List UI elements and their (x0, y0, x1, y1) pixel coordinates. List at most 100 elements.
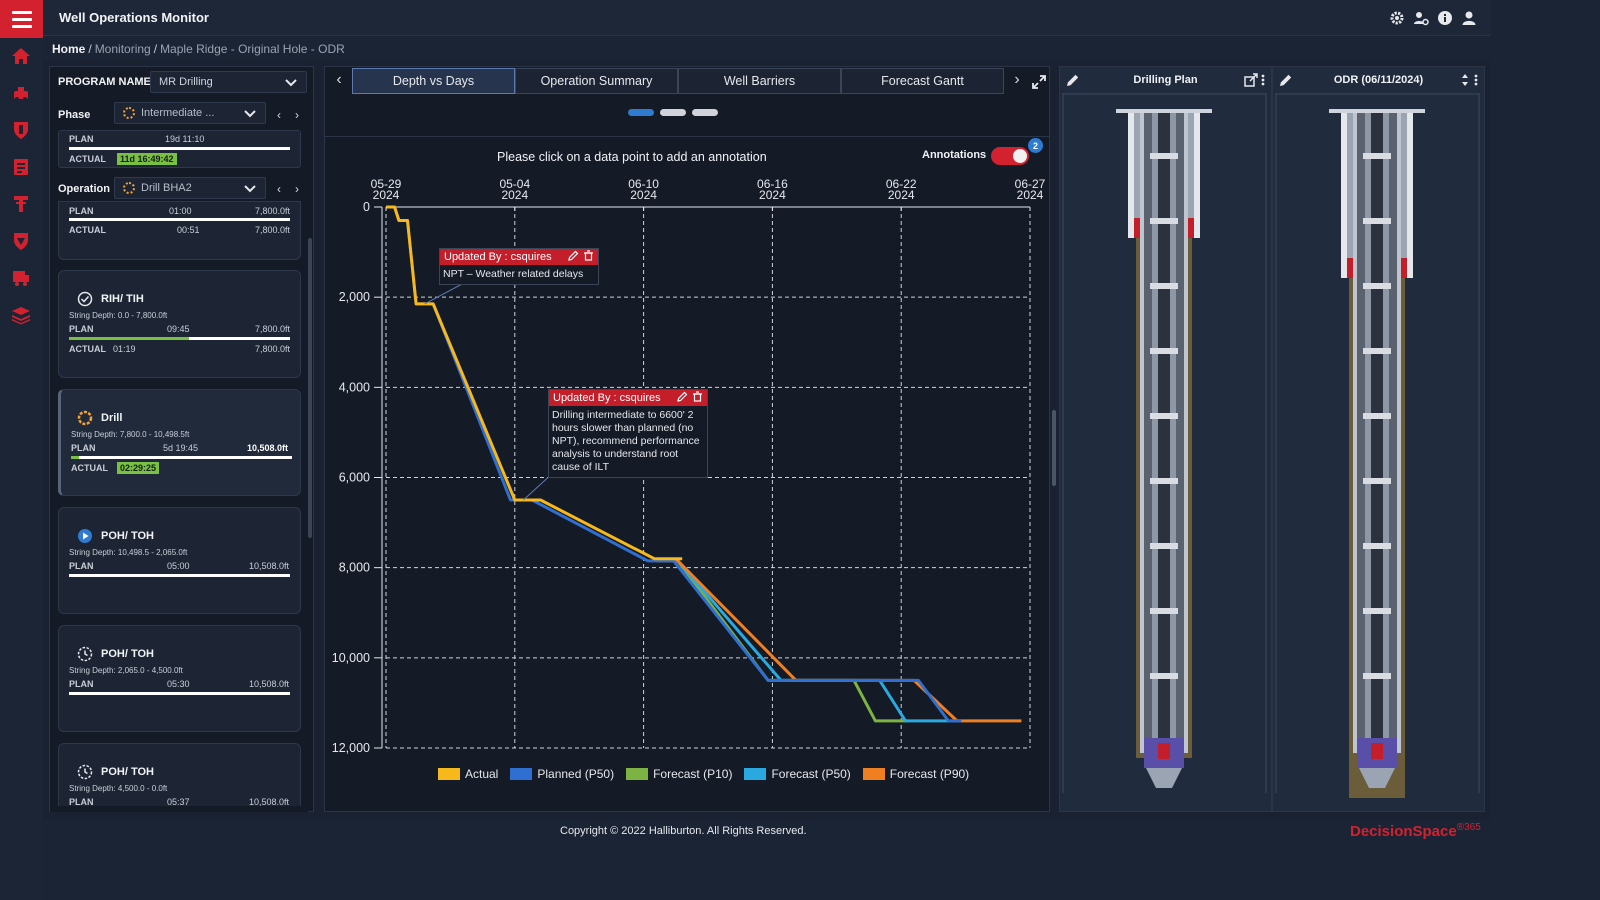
trash-icon[interactable] (583, 250, 594, 264)
panel-title: Drilling Plan (1133, 74, 1198, 86)
operation-next-button[interactable]: › (290, 182, 304, 196)
phase-summary-card: PLAN 19d 11:10 ACTUAL 11d 16:49:42 (58, 130, 301, 168)
legend-item-forecast-p10[interactable]: Forecast (P10) (626, 767, 732, 781)
progress-bar (69, 337, 290, 340)
actual-label: ACTUAL (69, 154, 106, 164)
tool-joint (1150, 153, 1178, 159)
operation-card-poh-2[interactable]: POH/ TOH String Depth: 2,065.0 - 4,500.0… (58, 625, 301, 732)
y-tick-label: 2,000 (339, 290, 370, 304)
truck-icon[interactable] (10, 267, 32, 289)
info-icon[interactable] (1436, 9, 1454, 27)
shield-icon[interactable] (10, 119, 32, 141)
phase-actual-value: 11d 16:49:42 (117, 153, 177, 165)
actual-depth: 7,800.0ft (255, 344, 291, 354)
mwd-tool (1158, 743, 1170, 759)
settings-gear-icon[interactable] (1388, 9, 1406, 27)
document-icon[interactable] (10, 156, 32, 178)
operation-title: POH/ TOH (101, 648, 154, 660)
tool-joint (1150, 348, 1178, 354)
breadcrumb-home-link[interactable]: Home (52, 42, 85, 56)
phase-select-value: Intermediate ... (141, 107, 215, 119)
annotation-header: Updated By : csquires (440, 249, 598, 265)
operation-select-value: Drill BHA2 (141, 182, 192, 194)
x-tick-label-year: 2024 (1017, 188, 1044, 202)
tool-joint (1363, 608, 1391, 614)
chart-panel: ‹ Depth vs Days Operation Summary Well B… (324, 66, 1050, 812)
operation-card-rih[interactable]: RIH/ TIH String Depth: 0.0 - 7,800.0ft P… (58, 270, 301, 378)
in-progress-icon (123, 182, 135, 194)
trash-icon[interactable] (692, 391, 703, 405)
chevron-down-icon (243, 106, 257, 123)
progress-bar (69, 218, 290, 221)
barrier-icon[interactable] (10, 230, 32, 252)
in-progress-icon (77, 410, 93, 426)
legend-item-forecast-p50[interactable]: Forecast (P50) (744, 767, 851, 781)
plan-label: PLAN (69, 206, 94, 216)
progress-bar (69, 692, 290, 695)
brand-logo: DecisionSpace®365 (1350, 822, 1481, 840)
annotation-note-1[interactable]: Updated By : csquires NPT – Weather rela… (439, 248, 599, 285)
y-tick-label: 4,000 (339, 380, 370, 394)
more-vertical-icon[interactable] (1473, 73, 1479, 92)
list-scrollbar[interactable] (308, 238, 312, 538)
operation-title: Drill (101, 412, 123, 424)
legend-item-actual[interactable]: Actual (438, 767, 498, 781)
list-clip (50, 806, 308, 812)
edit-icon[interactable] (677, 391, 688, 405)
tool-joint (1150, 608, 1178, 614)
operation-prev-button[interactable]: ‹ (272, 182, 286, 196)
drill-rig-icon[interactable] (10, 193, 32, 215)
operation-title: POH/ TOH (101, 766, 154, 778)
user-avatar-icon[interactable] (1460, 9, 1478, 27)
operation-card-drill[interactable]: Drill String Depth: 7,800.0 - 10,498.5ft… (58, 389, 301, 496)
edit-icon[interactable] (568, 250, 579, 264)
operation-card-poh-1[interactable]: POH/ TOH String Depth: 10,498.5 - 2,065.… (58, 507, 301, 614)
phase-next-button[interactable]: › (290, 108, 304, 122)
user-settings-icon[interactable] (1412, 9, 1430, 27)
actual-time: 02:29:25 (117, 462, 160, 474)
operation-select[interactable]: Drill BHA2 (114, 177, 266, 199)
breadcrumb-monitoring-link[interactable]: Monitoring (95, 42, 151, 56)
wellbore-schematic[interactable] (1060, 93, 1271, 811)
phase-select[interactable]: Intermediate ... (114, 102, 266, 124)
string-depth: String Depth: 7,800.0 - 10,498.5ft (71, 430, 190, 439)
tool-joint (1363, 283, 1391, 289)
legend-item-planned-p50[interactable]: Planned (P50) (510, 767, 614, 781)
tool-joint (1150, 283, 1178, 289)
drilling-plan-panel: Drilling Plan (1059, 66, 1272, 812)
annotation-note-2[interactable]: Updated By : csquires Drilling intermedi… (548, 389, 708, 478)
operations-icon[interactable] (10, 82, 32, 104)
mwd-tool (1371, 743, 1383, 759)
phase-prev-button[interactable]: ‹ (272, 108, 286, 122)
annotation-header: Updated By : csquires (549, 390, 707, 406)
more-vertical-icon[interactable] (1260, 73, 1266, 92)
top-header: Well Operations Monitor (43, 0, 1490, 36)
wellhead-plate (1329, 109, 1425, 113)
wellhead-plate (1116, 109, 1212, 113)
hamburger-menu-button[interactable] (0, 0, 43, 38)
wellbore-schematic[interactable] (1273, 93, 1484, 811)
legend-item-forecast-p90[interactable]: Forecast (P90) (862, 767, 969, 781)
export-icon[interactable] (1244, 73, 1258, 92)
string-depth: String Depth: 10,498.5 - 2,065.0ft (69, 548, 188, 557)
plan-depth: 10,508.0ft (249, 679, 290, 689)
tool-joint (1150, 413, 1178, 419)
tool-joint (1363, 673, 1391, 679)
tool-joint (1363, 413, 1391, 419)
operation-card-poh-3[interactable]: POH/ TOH String Depth: 4,500.0 - 0.0ft P… (58, 743, 301, 811)
phase-label: Phase (58, 109, 91, 121)
home-icon[interactable] (10, 45, 32, 67)
layers-icon[interactable] (10, 304, 32, 326)
plan-label: PLAN (71, 443, 96, 453)
program-select[interactable]: MR Drilling (150, 71, 307, 93)
actual-depth: 7,800.0ft (255, 225, 291, 235)
sort-icon[interactable] (1461, 73, 1469, 92)
tool-joint (1150, 673, 1178, 679)
x-tick-label-year: 2024 (501, 188, 528, 202)
operation-card-partial[interactable]: PLAN 01:00 7,800.0ft ACTUAL 00:51 7,800.… (58, 201, 301, 260)
plan-label: PLAN (69, 561, 94, 571)
breadcrumb-current: Maple Ridge - Original Hole - ODR (160, 42, 345, 56)
plan-depth: 7,800.0ft (255, 206, 291, 216)
panel-resize-handle[interactable] (1052, 410, 1056, 486)
y-tick-label: 12,000 (332, 741, 370, 755)
